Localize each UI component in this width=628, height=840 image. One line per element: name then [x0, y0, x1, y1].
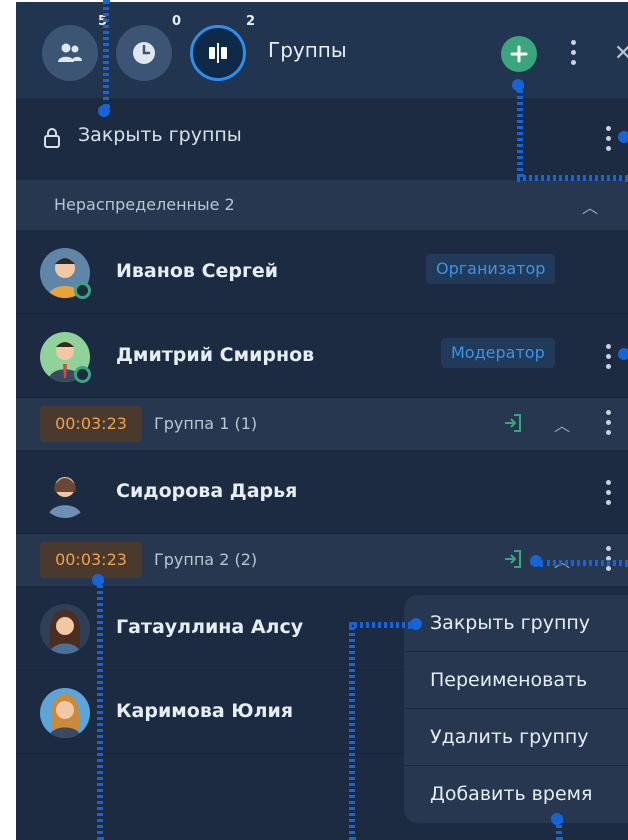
group-name: Группа 1 (1) [154, 414, 258, 433]
group-name: Группа 2 (2) [154, 550, 258, 569]
list-item-participant[interactable]: Иванов Сергей Организатор [16, 230, 628, 314]
plus-icon [510, 45, 528, 63]
avatar [40, 688, 90, 738]
groups-tab-button[interactable] [190, 25, 246, 81]
annotation-line [540, 560, 628, 566]
participant-more-button[interactable] [606, 344, 611, 369]
participant-name: Сидорова Дарья [116, 480, 298, 502]
timer-count-badge: 0 [172, 14, 182, 29]
unassigned-label: Нераспределенные 2 [54, 195, 235, 214]
annotation-line [97, 580, 103, 840]
participant-name: Дмитрий Смирнов [116, 344, 315, 366]
annotation-dot [410, 618, 422, 630]
group-timer: 00:03:23 [40, 406, 142, 442]
chevron-up-icon[interactable]: ︿ [554, 412, 570, 436]
annotation-line [517, 85, 523, 177]
timer-tab-button[interactable] [116, 25, 172, 81]
annotation-line [517, 175, 628, 181]
menu-item-rename[interactable]: Переименовать [404, 652, 628, 709]
participant-name: Гатауллина Алсу [116, 616, 304, 638]
participant-name: Каримова Юлия [116, 700, 294, 722]
groups-split-icon [209, 43, 227, 63]
header-more-button[interactable] [571, 40, 576, 65]
close-groups-label: Закрыть группы [78, 124, 242, 146]
avatar [40, 604, 90, 654]
clock-icon [133, 42, 155, 64]
close-groups-more-button[interactable] [606, 126, 611, 151]
chevron-up-icon[interactable]: ︿ [582, 194, 598, 218]
list-item-participant[interactable]: Дмитрий Смирнов Модератор [16, 314, 628, 398]
menu-item-add-time[interactable]: Добавить время [404, 766, 628, 823]
annotation-line [103, 0, 109, 108]
annotation-line [556, 820, 562, 840]
group-more-button[interactable] [606, 410, 611, 435]
role-badge: Организатор [426, 254, 556, 284]
menu-item-close-group[interactable]: Закрыть группу [404, 595, 628, 652]
annotation-line [349, 622, 411, 628]
role-badge: Модератор [441, 338, 555, 368]
annotation-dot [98, 105, 110, 117]
participant-name: Иванов Сергей [116, 260, 279, 282]
group-timer: 00:03:23 [40, 542, 142, 578]
participants-tab-button[interactable] [42, 25, 98, 81]
close-icon[interactable]: ✕ [614, 41, 628, 66]
annotation-dot [618, 131, 628, 143]
people-icon [58, 43, 82, 62]
list-item-participant[interactable]: Сидорова Дарья [16, 450, 628, 534]
group-context-menu: Закрыть группу Переименовать Удалить гру… [404, 595, 628, 823]
avatar [40, 468, 90, 518]
online-status-indicator [74, 366, 91, 383]
online-status-indicator [74, 282, 91, 299]
add-group-button[interactable] [501, 36, 537, 72]
annotation-line [349, 622, 355, 840]
annotation-dot [618, 348, 628, 360]
enter-group-icon[interactable] [502, 412, 524, 434]
group-more-button[interactable] [606, 546, 611, 571]
group-header[interactable]: 00:03:23 Группа 1 (1) ︿ [16, 398, 628, 450]
menu-item-delete-group[interactable]: Удалить группу [404, 709, 628, 766]
lock-icon [44, 128, 60, 148]
participant-more-button[interactable] [606, 480, 611, 505]
enter-group-icon[interactable] [502, 548, 524, 570]
panel-title: Группы [268, 38, 347, 62]
groups-count-badge: 2 [246, 14, 256, 29]
unassigned-section-header[interactable]: Нераспределенные 2 ︿ [16, 180, 628, 230]
